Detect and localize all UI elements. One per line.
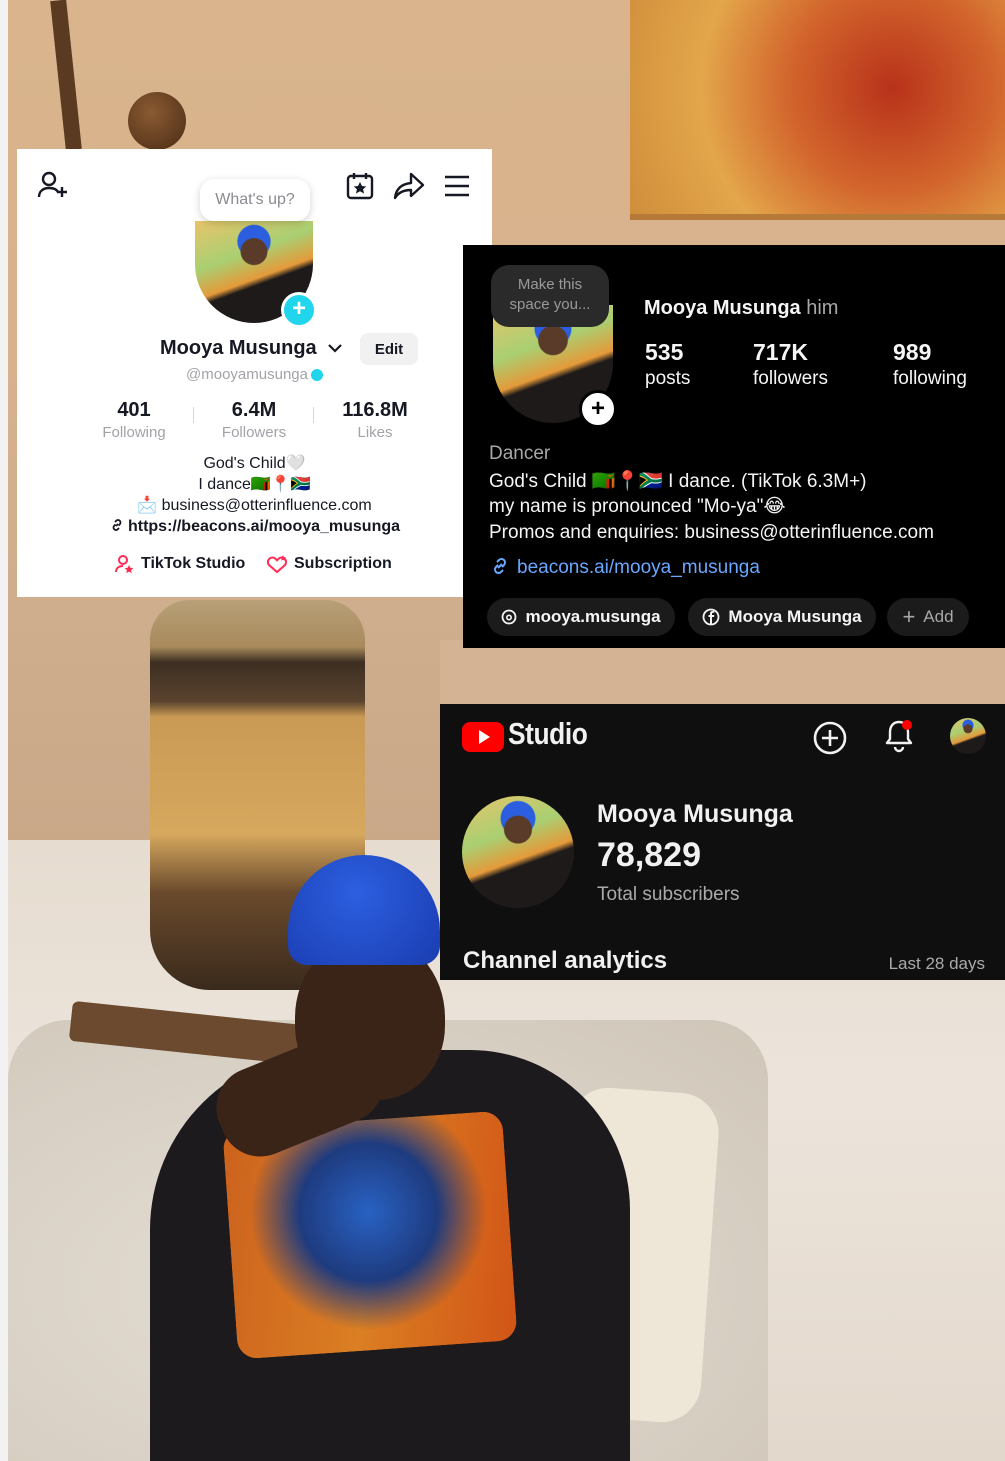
bio-line: I dance🇿🇲📍🇿🇦 [198, 476, 311, 493]
verified-icon [310, 369, 323, 382]
bio-line: my name is pronounced "Mo-ya"😂 [489, 496, 786, 517]
studio-icon [115, 555, 134, 574]
channel-avatar[interactable] [462, 796, 574, 908]
date-range-label[interactable]: Last 28 days [889, 954, 985, 974]
edit-profile-button[interactable]: Edit [360, 333, 418, 365]
add-story-icon[interactable]: + [281, 292, 317, 328]
stat-following[interactable]: 401 Following [79, 399, 189, 441]
divider [193, 407, 194, 423]
notification-bell-icon[interactable] [882, 718, 916, 754]
subscriber-count: 78,829 [597, 836, 701, 874]
tiktok-profile-card: What's up? + Mooya Musunga Edit @mooyamu… [17, 149, 492, 597]
threads-chip[interactable]: mooya.musunga [487, 598, 675, 636]
link-icon [112, 519, 122, 531]
threads-icon [502, 609, 517, 625]
plus-icon: + [902, 604, 916, 629]
subscription-button[interactable]: Subscription [266, 554, 392, 574]
stat-followers[interactable]: 717K followers [753, 339, 828, 390]
subscription-icon [266, 555, 288, 574]
menu-icon[interactable] [443, 173, 471, 199]
wall-painting [630, 0, 1005, 220]
profile-name: Mooya Musunga him [644, 297, 839, 319]
facebook-chip[interactable]: Mooya Musunga [688, 598, 876, 636]
add-link-button[interactable]: + Add [887, 598, 969, 636]
channel-analytics-heading: Channel analytics [463, 947, 668, 974]
status-bubble[interactable]: What's up? [200, 179, 310, 221]
profile-handle: @mooyamusunga [17, 366, 492, 383]
facebook-icon [703, 608, 720, 626]
create-icon[interactable] [812, 720, 848, 756]
note-bubble[interactable]: Make this space you... [491, 265, 609, 327]
share-icon[interactable] [393, 171, 425, 201]
bio-email: 📩 business@otterinfluence.com [137, 497, 372, 514]
profile-name[interactable]: Mooya Musunga [160, 337, 317, 360]
youtube-studio-card: Studio Mooya Musunga 78,829 Total subscr… [440, 704, 1005, 980]
channel-name: Mooya Musunga [597, 800, 793, 828]
link-icon [493, 557, 507, 575]
chevron-down-icon[interactable] [327, 341, 343, 355]
bio-line: Promos and enquiries: business@otterinfl… [489, 522, 934, 543]
stat-following[interactable]: 989 following [893, 339, 967, 390]
instagram-profile-card: Make this space you... + Mooya Musunga h… [463, 245, 1005, 648]
add-story-icon[interactable]: + [579, 390, 617, 428]
profile-link[interactable]: beacons.ai/mooya_musunga [489, 555, 760, 579]
stat-posts[interactable]: 535 posts [645, 339, 690, 390]
subscriber-label: Total subscribers [597, 884, 740, 905]
divider [313, 407, 314, 423]
category-label: Dancer [489, 443, 551, 464]
calendar-star-icon[interactable] [345, 171, 375, 201]
stat-followers[interactable]: 6.4M Followers [199, 399, 309, 441]
profile-link[interactable]: https://beacons.ai/mooya_musunga [17, 517, 492, 536]
account-avatar[interactable] [950, 718, 986, 754]
add-friend-icon[interactable] [37, 169, 69, 201]
youtube-logo-icon[interactable] [462, 722, 504, 752]
tiktok-studio-button[interactable]: TikTok Studio [115, 554, 245, 574]
stat-likes[interactable]: 116.8M Likes [320, 399, 430, 441]
bio-line: God's Child 🇿🇲📍🇿🇦 I dance. (TikTok 6.3M+… [489, 471, 867, 492]
studio-logo-text: Studio [508, 716, 588, 751]
bio-line: God's Child🤍 [203, 455, 306, 472]
